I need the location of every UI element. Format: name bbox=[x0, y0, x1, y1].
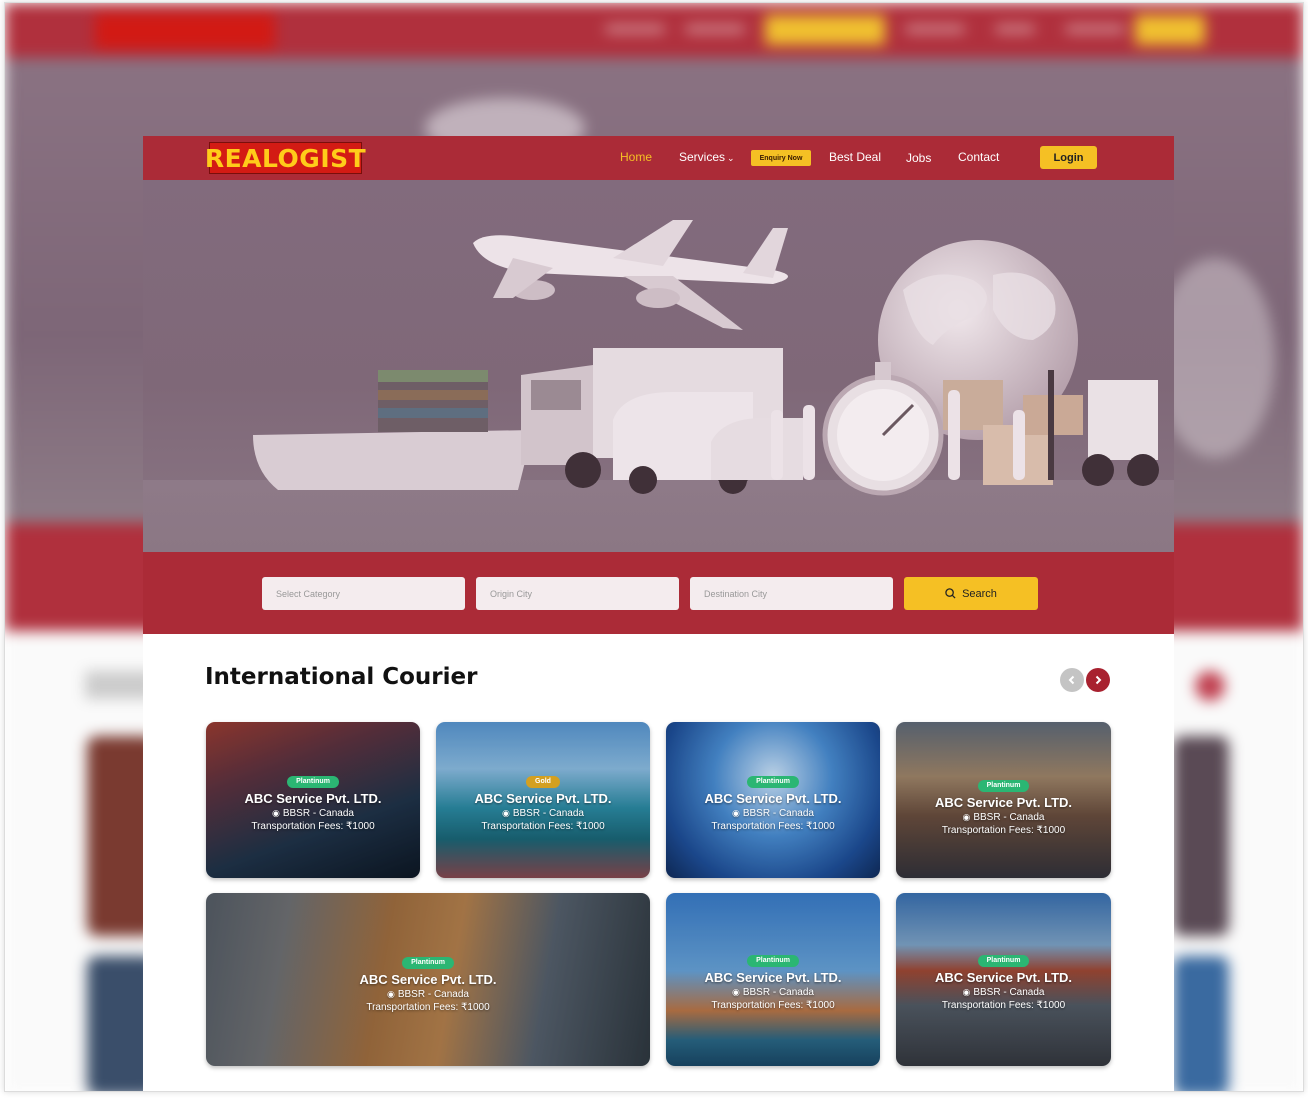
company-name: ABC Service Pvt. LTD. bbox=[359, 972, 497, 987]
company-name: ABC Service Pvt. LTD. bbox=[704, 970, 842, 985]
chevron-down-icon: ⌄ bbox=[727, 153, 735, 163]
transport-fee: Transportation Fees: ₹1000 bbox=[941, 825, 1066, 836]
tier-badge: Plantinum bbox=[747, 955, 799, 967]
origin-city-field[interactable] bbox=[476, 577, 679, 610]
location-pin-icon: ◉ bbox=[501, 808, 510, 818]
tier-badge: Plantinum bbox=[402, 957, 454, 969]
search-button[interactable]: Search bbox=[904, 577, 1038, 610]
company-name: ABC Service Pvt. LTD. bbox=[244, 791, 382, 806]
nav-services-label: Services bbox=[679, 150, 726, 164]
tier-badge: Gold bbox=[526, 776, 560, 788]
courier-card[interactable]: Plantinum ABC Service Pvt. LTD. ◉ BBSR - … bbox=[206, 893, 650, 1066]
nav-jobs[interactable]: Jobs bbox=[906, 151, 931, 165]
nav-best-deal[interactable]: Best Deal bbox=[829, 150, 881, 164]
tier-badge: Plantinum bbox=[977, 955, 1030, 967]
transport-fee: Transportation Fees: ₹1000 bbox=[941, 1000, 1066, 1011]
courier-card[interactable]: Plantinum ABC Service Pvt. LTD. ◉ BBSR - … bbox=[896, 893, 1111, 1066]
courier-card[interactable]: Plantinum ABC Service Pvt. LTD. ◉ BBSR - … bbox=[896, 722, 1111, 878]
route: ◉ BBSR - Canada bbox=[501, 808, 584, 819]
courier-card[interactable]: Plantinum ABC Service Pvt. LTD. ◉ BBSR - … bbox=[666, 722, 880, 878]
page-frame: REALOGIST Home Services ⌄ Enquiry Now Bes… bbox=[143, 136, 1174, 1091]
nav-home[interactable]: Home bbox=[620, 150, 652, 164]
tier-badge: Plantinum bbox=[977, 780, 1030, 792]
login-button[interactable]: Login bbox=[1040, 146, 1097, 169]
carousel-prev-button[interactable] bbox=[1060, 668, 1084, 692]
search-button-label: Search bbox=[962, 587, 997, 600]
transport-fee: Transportation Fees: ₹1000 bbox=[481, 821, 605, 832]
transport-fee: Transportation Fees: ₹1000 bbox=[366, 1002, 490, 1013]
select-category-field[interactable] bbox=[262, 577, 465, 610]
tier-badge: Plantinum bbox=[287, 776, 339, 788]
location-pin-icon: ◉ bbox=[731, 808, 740, 818]
courier-card[interactable]: Gold ABC Service Pvt. LTD. ◉ BBSR - Canad… bbox=[436, 722, 650, 878]
route: ◉ BBSR - Canada bbox=[731, 987, 814, 998]
tier-badge: Plantinum bbox=[747, 776, 799, 788]
carousel-next-button[interactable] bbox=[1086, 668, 1110, 692]
logistics-hero-illustration bbox=[143, 220, 1174, 552]
enquiry-now-button[interactable]: Enquiry Now bbox=[751, 150, 811, 166]
route: ◉ BBSR - Canada bbox=[962, 812, 1045, 823]
location-pin-icon: ◉ bbox=[271, 808, 280, 818]
transport-fee: Transportation Fees: ₹1000 bbox=[711, 1000, 835, 1011]
top-navbar: REALOGIST Home Services ⌄ Enquiry Now Bes… bbox=[143, 136, 1174, 180]
company-name: ABC Service Pvt. LTD. bbox=[934, 795, 1073, 810]
section-title: International Courier bbox=[205, 664, 478, 690]
destination-city-field[interactable] bbox=[690, 577, 893, 610]
route: ◉ BBSR - Canada bbox=[271, 808, 354, 819]
transport-fee: Transportation Fees: ₹1000 bbox=[711, 821, 835, 832]
location-pin-icon: ◉ bbox=[962, 812, 971, 822]
hero-banner bbox=[143, 180, 1174, 552]
company-name: ABC Service Pvt. LTD. bbox=[474, 791, 612, 806]
location-pin-icon: ◉ bbox=[731, 987, 740, 997]
search-bar: Search bbox=[143, 552, 1174, 634]
location-pin-icon: ◉ bbox=[386, 989, 395, 999]
courier-card[interactable]: Plantinum ABC Service Pvt. LTD. ◉ BBSR - … bbox=[206, 722, 420, 878]
courier-card[interactable]: Plantinum ABC Service Pvt. LTD. ◉ BBSR - … bbox=[666, 893, 880, 1066]
chevron-left-icon bbox=[1068, 675, 1075, 685]
search-icon bbox=[945, 588, 956, 599]
route: ◉ BBSR - Canada bbox=[386, 989, 469, 1000]
company-name: ABC Service Pvt. LTD. bbox=[934, 970, 1073, 985]
nav-contact[interactable]: Contact bbox=[958, 150, 999, 164]
transport-fee: Transportation Fees: ₹1000 bbox=[251, 821, 375, 832]
chevron-right-icon bbox=[1095, 675, 1102, 685]
logo[interactable]: REALOGIST bbox=[205, 142, 366, 174]
route: ◉ BBSR - Canada bbox=[962, 987, 1045, 998]
nav-services[interactable]: Services ⌄ bbox=[679, 150, 735, 164]
route: ◉ BBSR - Canada bbox=[731, 808, 814, 819]
location-pin-icon: ◉ bbox=[962, 987, 971, 997]
company-name: ABC Service Pvt. LTD. bbox=[704, 791, 842, 806]
